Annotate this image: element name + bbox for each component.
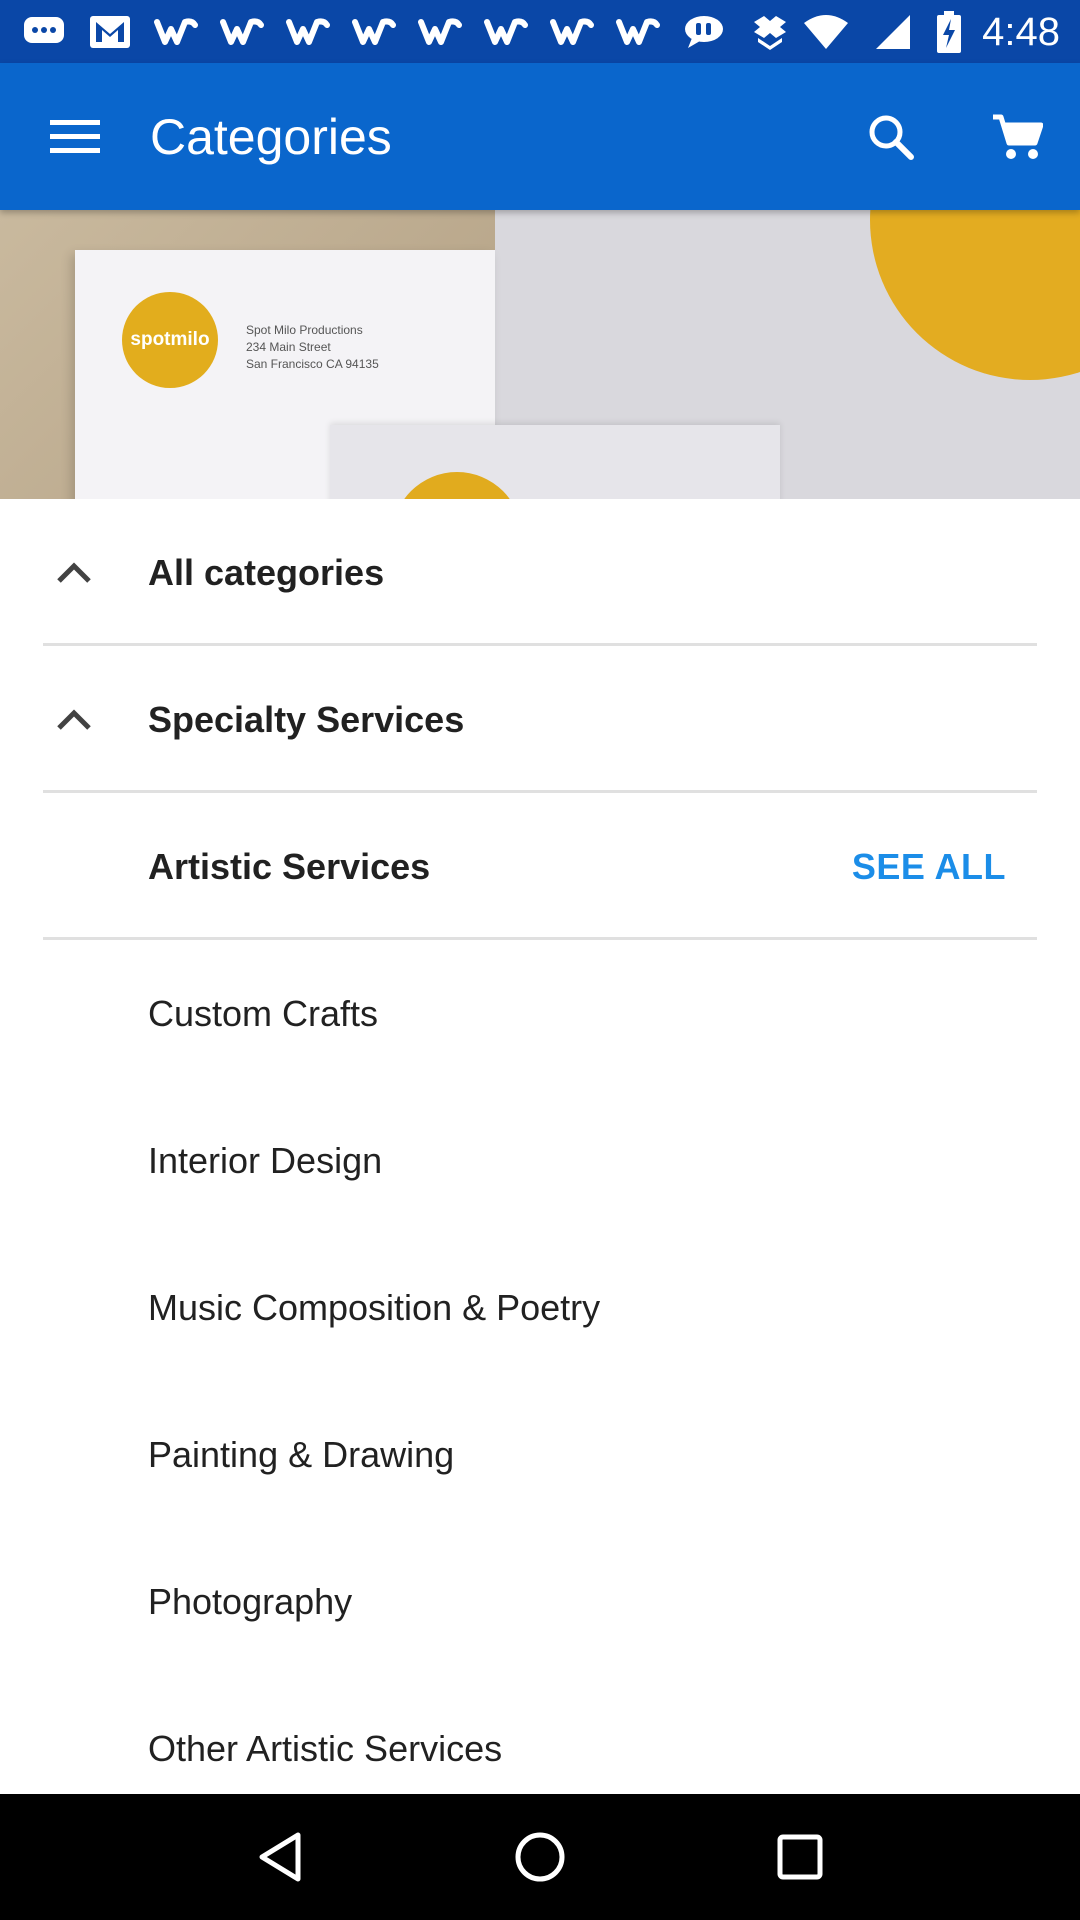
list-item[interactable]: Photography bbox=[0, 1528, 1080, 1675]
all-categories-row[interactable]: All categories bbox=[0, 499, 1080, 646]
artistic-services-row: Artistic Services SEE ALL bbox=[0, 793, 1080, 940]
recents-icon bbox=[777, 1834, 823, 1880]
list-item-label: Interior Design bbox=[148, 1139, 383, 1181]
recents-button[interactable] bbox=[750, 1807, 850, 1907]
gmail-icon bbox=[86, 12, 134, 52]
banner-logo-text: spotmilo bbox=[130, 329, 210, 350]
cart-icon bbox=[993, 114, 1043, 159]
list-item[interactable]: Custom Crafts bbox=[0, 940, 1080, 1087]
banner-address-line: Spot Milo Productions bbox=[246, 323, 363, 337]
screen: 4:48 Categories spotmilo Spot Milo Produ… bbox=[0, 0, 1080, 1920]
walmart-w-icon bbox=[284, 12, 332, 52]
clock: 4:48 bbox=[982, 9, 1060, 54]
dropbox-icon bbox=[746, 12, 794, 52]
category-list: All categories Specialty Services Artist… bbox=[0, 499, 1080, 1822]
see-all-link[interactable]: SEE ALL bbox=[852, 846, 1006, 888]
cart-button[interactable] bbox=[954, 63, 1080, 210]
banner-logo: spotmilo bbox=[122, 292, 218, 388]
chat-bubble-icon bbox=[680, 12, 728, 52]
battery-charging-icon bbox=[934, 10, 964, 53]
walmart-w-icon bbox=[350, 12, 398, 52]
search-icon bbox=[869, 115, 914, 160]
list-item-label: Music Composition & Poetry bbox=[148, 1286, 601, 1328]
list-item[interactable]: Interior Design bbox=[0, 1087, 1080, 1234]
page-title: Categories bbox=[150, 108, 392, 165]
status-bar: 4:48 bbox=[0, 0, 1080, 63]
all-categories-label: All categories bbox=[148, 551, 385, 593]
walmart-w-icon bbox=[614, 12, 662, 52]
hamburger-menu-icon bbox=[50, 119, 100, 153]
menu-button[interactable] bbox=[0, 63, 150, 210]
walmart-w-icon bbox=[152, 12, 200, 52]
app-bar: Categories bbox=[0, 63, 1080, 210]
category-banner-image: spotmilo Spot Milo Productions 234 Main … bbox=[0, 210, 1080, 499]
list-item-label: Photography bbox=[148, 1580, 353, 1622]
banner-address-line: 234 Main Street bbox=[246, 340, 331, 354]
banner-card bbox=[330, 425, 780, 499]
list-item-label: Other Artistic Services bbox=[148, 1727, 503, 1769]
walmart-w-icon bbox=[218, 12, 266, 52]
artistic-services-label: Artistic Services bbox=[148, 845, 431, 887]
app-bar-actions bbox=[828, 63, 1080, 210]
walmart-w-icon bbox=[548, 12, 596, 52]
walmart-w-icon bbox=[416, 12, 464, 52]
banner-address-line: San Francisco CA 94135 bbox=[246, 357, 379, 371]
back-icon bbox=[259, 1832, 301, 1882]
home-icon bbox=[515, 1832, 565, 1882]
list-item-label: Custom Crafts bbox=[148, 992, 379, 1034]
home-button[interactable] bbox=[490, 1807, 590, 1907]
cell-signal-icon bbox=[868, 12, 916, 52]
walmart-w-icon bbox=[482, 12, 530, 52]
chevron-up-icon bbox=[48, 547, 100, 599]
search-button[interactable] bbox=[828, 63, 954, 210]
list-item[interactable]: Music Composition & Poetry bbox=[0, 1234, 1080, 1381]
messages-icon bbox=[20, 12, 68, 52]
list-item[interactable]: Painting & Drawing bbox=[0, 1381, 1080, 1528]
specialty-services-label: Specialty Services bbox=[148, 698, 465, 740]
banner-address: Spot Milo Productions 234 Main Street Sa… bbox=[246, 322, 379, 373]
list-item-label: Painting & Drawing bbox=[148, 1433, 455, 1475]
chevron-up-icon bbox=[48, 694, 100, 746]
specialty-services-row[interactable]: Specialty Services bbox=[0, 646, 1080, 793]
system-nav-bar bbox=[0, 1794, 1080, 1920]
back-button[interactable] bbox=[230, 1807, 330, 1907]
system-icons: 4:48 bbox=[802, 9, 1060, 54]
notification-icons bbox=[20, 12, 794, 52]
wifi-icon bbox=[802, 12, 850, 52]
